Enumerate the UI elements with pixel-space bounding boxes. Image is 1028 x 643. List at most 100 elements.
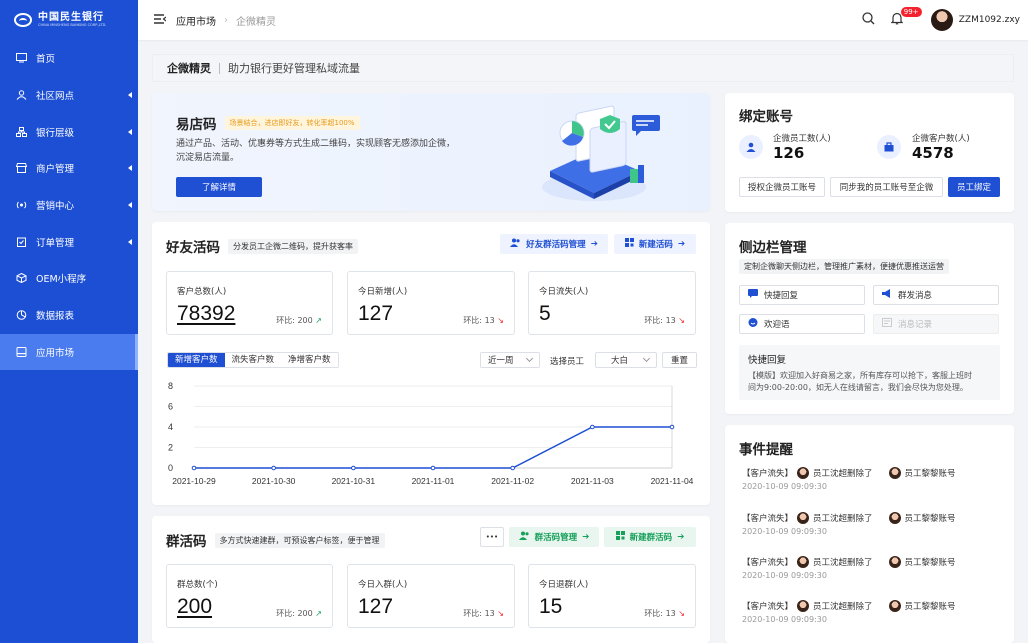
sidebar-item-label: 商户管理 bbox=[36, 164, 75, 176]
quick-reply-label: 快捷回复 bbox=[764, 291, 799, 301]
x-tick-label: 2021-11-02 bbox=[491, 476, 534, 486]
qrcode-icon bbox=[624, 238, 634, 250]
tab-lost-customers[interactable]: 流失客户数 bbox=[224, 353, 282, 367]
expand-caret-icon bbox=[128, 165, 132, 172]
chat-bubble-icon bbox=[748, 289, 758, 301]
event-item[interactable]: 【客户流失】 员工沈超删除了 员工黎黎账号 2020-10-09 09:09:30 bbox=[742, 512, 1012, 536]
quick-reply-preview-text: 【模版】欢迎加入好商易之家，所有库存可以抢下，客服上班时 间为9:00-20:0… bbox=[748, 371, 972, 392]
avatar bbox=[797, 600, 810, 612]
new-code-button[interactable]: 新建活码 ➔ bbox=[614, 234, 696, 254]
customer-count-value: 4578 bbox=[912, 144, 954, 162]
trend-down-icon: ↘ bbox=[497, 316, 504, 325]
staff-select[interactable]: 大白 bbox=[595, 352, 657, 368]
expand-caret-icon bbox=[128, 202, 132, 209]
more-options-button[interactable]: ••• bbox=[480, 527, 504, 547]
sidebar-item-label: 数据报表 bbox=[36, 311, 75, 323]
expand-caret-icon bbox=[128, 92, 132, 99]
event-item[interactable]: 【客户流失】 员工沈超删除了 员工黎黎账号 2020-10-09 09:09:30 bbox=[742, 467, 1012, 491]
event-time: 2020-10-09 09:09:30 bbox=[742, 482, 827, 491]
staff-select-value: 大白 bbox=[611, 356, 629, 366]
welcome-message-button[interactable]: 欢迎语 bbox=[739, 314, 865, 334]
sidebar-item-label: 订单管理 bbox=[36, 237, 75, 249]
search-icon[interactable] bbox=[862, 12, 875, 28]
staff-filter-label: 选择员工 bbox=[550, 357, 585, 367]
quick-reply-button[interactable]: 快捷回复 bbox=[739, 285, 865, 305]
new-group-code-button[interactable]: 新建群活码 ➔ bbox=[604, 527, 696, 547]
notification-badge: 99+ bbox=[900, 7, 922, 17]
tab-new-customers[interactable]: 新增客户数 bbox=[168, 353, 225, 367]
stat-total-customers: 客户总数(人) 78392 环比: 200 ↗ bbox=[166, 271, 333, 335]
event-item[interactable]: 【客户流失】 员工沈超删除了 员工黎黎账号 2020-10-09 09:09:30 bbox=[742, 600, 1012, 624]
event-text: 员工沈超删除了 bbox=[813, 514, 873, 524]
friend-group-code-manage-button[interactable]: 好友群活码管理 ➔ bbox=[500, 234, 608, 254]
stat-compare: 环比: 13 ↘ bbox=[463, 316, 504, 325]
friend-code-card: 好友活码 分发员工企微二维码，提升获客率 好友群活码管理 ➔ 新建活码 ➔ 客户… bbox=[152, 222, 710, 505]
arrow-right-icon: ➔ bbox=[590, 239, 598, 249]
sidebar-item-oem[interactable]: OEM小程序 bbox=[0, 260, 138, 297]
stat-value[interactable]: 78392 bbox=[177, 302, 235, 326]
reset-button[interactable]: 重置 bbox=[662, 352, 697, 368]
page-header: 企微精灵 助力银行更好管理私域流量 bbox=[152, 54, 1014, 82]
sidebar-item-community[interactable]: 社区网点 bbox=[0, 77, 138, 114]
data-point bbox=[430, 465, 436, 471]
sidebar-item-reports[interactable]: 数据报表 bbox=[0, 297, 138, 334]
arrow-right-icon: ➔ bbox=[582, 532, 590, 542]
bank-logo[interactable]: 中国民生银行 CHINA MINSHENG BANKING CORP.,LTD. bbox=[0, 0, 138, 40]
event-item[interactable]: 【客户流失】 员工沈超删除了 员工黎黎账号 2020-10-09 09:09:30 bbox=[742, 556, 1012, 580]
cube-icon bbox=[16, 273, 27, 284]
chevron-down-icon bbox=[642, 354, 651, 363]
x-tick-label: 2021-10-29 bbox=[172, 476, 216, 486]
stat-label: 客户总数(人) bbox=[177, 287, 227, 297]
avatar[interactable] bbox=[930, 9, 953, 31]
tab-net-customers[interactable]: 净增客户数 bbox=[281, 353, 338, 367]
chevron-down-icon bbox=[525, 354, 534, 363]
authorize-staff-button[interactable]: 授权企微员工账号 bbox=[739, 177, 825, 197]
bank-logo-icon bbox=[14, 13, 32, 27]
stat-value: 15 bbox=[539, 595, 563, 618]
stat-today-lost: 今日流失(人) 5 环比: 13 ↘ bbox=[528, 271, 696, 335]
page-title: 企微精灵 bbox=[167, 62, 211, 75]
staff-count-value: 126 bbox=[773, 144, 805, 162]
x-tick-label: 2021-10-30 bbox=[252, 476, 296, 486]
qrcode-icon bbox=[615, 531, 625, 543]
sidebar-item-marketing[interactable]: 营销中心 bbox=[0, 187, 138, 224]
collapse-menu-icon[interactable] bbox=[154, 13, 167, 27]
group-users-icon bbox=[518, 531, 530, 543]
breadcrumb-separator: › bbox=[224, 14, 228, 26]
breadcrumb-app-market[interactable]: 应用市场 bbox=[176, 13, 216, 28]
data-point bbox=[191, 465, 197, 471]
message-log-button[interactable]: 消息记录 bbox=[873, 314, 999, 334]
y-tick-label: 0 bbox=[168, 463, 173, 473]
group-code-manage-button[interactable]: 群活码管理 ➔ bbox=[509, 527, 599, 547]
sidebar-item-label: OEM小程序 bbox=[36, 274, 87, 286]
friend-group-code-manage-label: 好友群活码管理 bbox=[526, 240, 586, 250]
trend-up-icon: ↗ bbox=[315, 609, 322, 618]
event-text: 员工沈超删除了 bbox=[813, 469, 873, 479]
event-type: 【客户流失】 bbox=[742, 469, 794, 479]
event-target: 员工黎黎账号 bbox=[904, 469, 956, 479]
sidebar-item-orders[interactable]: 订单管理 bbox=[0, 223, 138, 260]
users-icon bbox=[510, 238, 521, 250]
stat-value[interactable]: 200 bbox=[177, 595, 212, 619]
x-tick-label: 2021-11-04 bbox=[651, 476, 694, 486]
sidebar-item-app-market[interactable]: 应用市场 bbox=[0, 333, 138, 371]
sidebar-item-merchant[interactable]: 商户管理 bbox=[0, 150, 138, 187]
stat-compare: 环比: 13 ↘ bbox=[644, 316, 685, 325]
stat-compare: 环比: 13 ↘ bbox=[463, 609, 504, 618]
sidebar-management-tag: 定制企微聊天侧边栏，管理推广素材，便捷优惠推送运营 bbox=[739, 259, 949, 274]
avatar bbox=[797, 512, 810, 524]
username[interactable]: ZZM1092.zxy bbox=[959, 15, 1020, 25]
sidebar-item-bank-level[interactable]: 银行层级 bbox=[0, 113, 138, 150]
staff-bind-button[interactable]: 员工绑定 bbox=[948, 177, 1000, 197]
sync-staff-button[interactable]: 同步我的员工账号至企微 bbox=[830, 177, 943, 197]
sidebar-item-home[interactable]: 首页 bbox=[0, 40, 138, 77]
welcome-message-label: 欢迎语 bbox=[764, 320, 790, 330]
bank-logo-english: CHINA MINSHENG BANKING CORP.,LTD. bbox=[38, 22, 107, 27]
notification-bell[interactable]: 99+ bbox=[890, 7, 922, 28]
event-type: 【客户流失】 bbox=[742, 602, 794, 612]
mass-message-button[interactable]: 群发消息 bbox=[873, 285, 999, 305]
learn-more-button[interactable]: 了解详情 bbox=[176, 177, 262, 197]
customer-count-label: 企微客户数(人) bbox=[912, 134, 970, 144]
date-range-select[interactable]: 近一周 bbox=[480, 352, 540, 368]
stat-label: 群总数(个) bbox=[177, 580, 218, 590]
